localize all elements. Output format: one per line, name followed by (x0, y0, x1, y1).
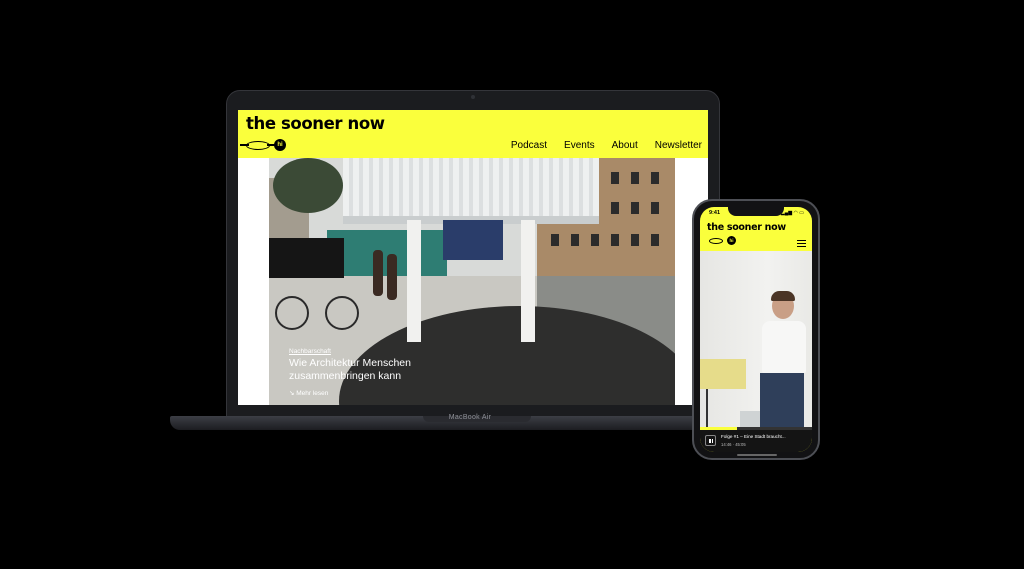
phone-screen: 9:41 ▂▄▆ ◠ ▭ the sooner now hi Folge #1 … (700, 207, 812, 452)
podcast-guest-photo (700, 251, 812, 427)
hero-pedestrian (373, 250, 383, 296)
status-time: 9:41 (709, 210, 721, 216)
read-more-link[interactable]: ↘ Mehr lesen (289, 389, 429, 397)
episode-title[interactable]: Folge #1 – Eine Stadt braucht... (721, 434, 786, 439)
photo-table (700, 359, 746, 389)
mini-logo-icon[interactable] (709, 238, 723, 244)
hero-dangling-legs (443, 220, 503, 260)
hero-pedestrian (387, 254, 397, 300)
laptop-model-label: MacBook Air (448, 414, 492, 421)
home-indicator (737, 454, 777, 456)
nav-item-events[interactable]: Events (564, 140, 595, 151)
nav-item-about[interactable]: About (612, 140, 638, 151)
laptop-screen: the sooner now hi Podcast Events About N… (238, 110, 708, 405)
hero-hoarding (269, 238, 344, 278)
phone-frame: 9:41 ▂▄▆ ◠ ▭ the sooner now hi Folge #1 … (692, 199, 820, 460)
pause-icon[interactable] (705, 435, 716, 446)
hero-pavilion-canopy (343, 158, 599, 216)
article-category-link[interactable]: Nachbarschaft (289, 348, 429, 355)
article-headline[interactable]: Wie Architektur Menschen zusammenbringen… (289, 357, 429, 383)
hero-pavilion-column (407, 220, 421, 342)
camera-icon (471, 95, 475, 99)
site-title[interactable]: the sooner now (707, 222, 786, 233)
hamburger-icon[interactable] (797, 240, 806, 249)
nav-item-newsletter[interactable]: Newsletter (655, 140, 702, 151)
hero-pavilion-column (521, 220, 535, 342)
nav-item-podcast[interactable]: Podcast (511, 140, 547, 151)
hi-badge-icon[interactable]: hi (727, 236, 736, 245)
phone-notch (728, 207, 784, 216)
episode-time: 14:46 · 45:05 (721, 442, 746, 447)
site-title[interactable]: the sooner now (246, 114, 385, 133)
status-icons: ▂▄▆ ◠ ▭ (780, 210, 804, 216)
mini-logo-icon[interactable] (240, 141, 276, 150)
main-nav: Podcast Events About Newsletter (511, 140, 702, 151)
laptop-lid: the sooner now hi Podcast Events About N… (226, 90, 720, 417)
hero-image[interactable]: Nachbarschaft Wie Architektur Menschen z… (269, 158, 675, 405)
hero-tree (273, 158, 343, 213)
site-header: the sooner now hi Podcast Events About N… (238, 110, 708, 158)
hero-caption: Nachbarschaft Wie Architektur Menschen z… (289, 348, 429, 397)
hi-badge-icon[interactable]: hi (274, 139, 286, 151)
bicycle-icon (275, 296, 309, 330)
bicycle-icon (325, 296, 359, 330)
podcast-player: Folge #1 – Eine Stadt braucht... 14:46 ·… (700, 430, 812, 452)
